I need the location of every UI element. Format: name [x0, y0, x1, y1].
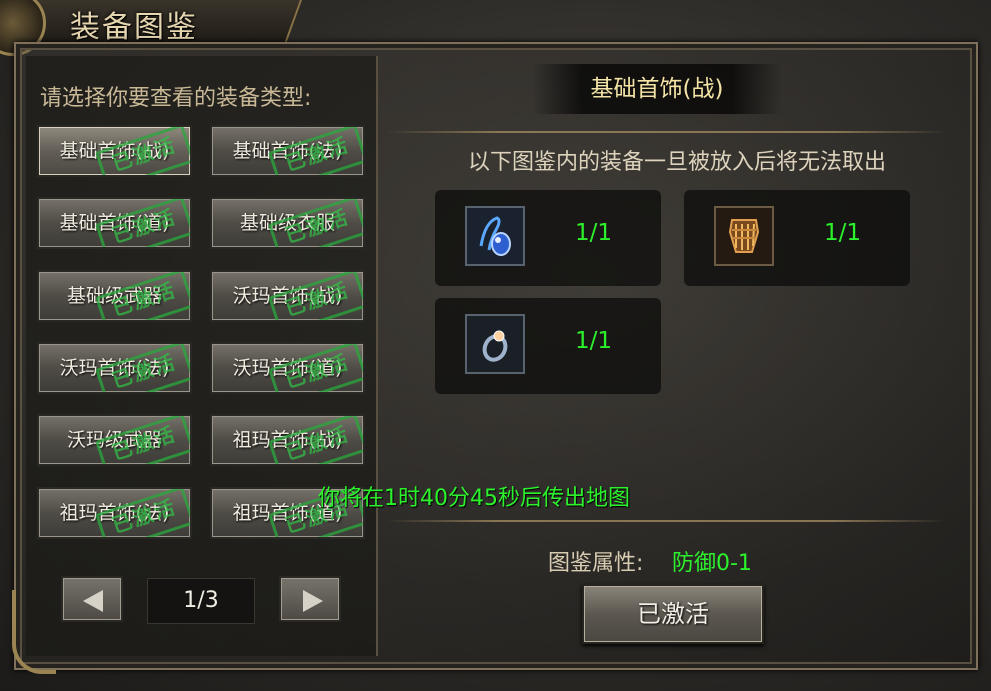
activated-stamp: 已激活 [268, 344, 363, 392]
necklace-icon [465, 206, 525, 266]
item-count: 1/1 [575, 328, 613, 354]
activated-stamp: 已激活 [95, 416, 190, 464]
arrow-left-icon [83, 590, 103, 612]
header-divider [386, 131, 946, 133]
attribute-label: 图鉴属性: [548, 551, 644, 576]
equip-type-button[interactable]: 沃玛首饰(战) 已激活 [210, 270, 365, 322]
activate-button[interactable]: 已激活 [582, 584, 764, 644]
window-title: 装备图鉴 [70, 10, 198, 45]
equip-type-button[interactable]: 基础首饰(战) 已激活 [37, 125, 192, 177]
page-indicator: 1/3 [147, 578, 255, 624]
activated-stamp: 已激活 [95, 199, 190, 247]
bracelet-icon [714, 206, 774, 266]
item-slot[interactable]: 1/1 [435, 298, 661, 394]
item-slot[interactable]: 1/1 [684, 190, 910, 286]
next-page-button[interactable] [279, 576, 341, 622]
teleport-countdown: 你将在1时40分45秒后传出地图 [318, 486, 630, 511]
select-type-prompt: 请选择你要查看的装备类型: [40, 86, 312, 111]
item-count: 1/1 [824, 220, 862, 246]
equip-type-button[interactable]: 祖玛首饰(战) 已激活 [210, 414, 365, 466]
equip-type-button[interactable]: 沃玛首饰(法) 已激活 [37, 342, 192, 394]
equip-type-button[interactable]: 沃玛级武器 已激活 [37, 414, 192, 466]
ring-icon [465, 314, 525, 374]
attribute-value: 防御0-1 [672, 551, 752, 576]
equip-type-button[interactable]: 基础首饰(道) 已激活 [37, 197, 192, 249]
equip-type-button[interactable]: 基础级武器 已激活 [37, 270, 192, 322]
activated-stamp: 已激活 [268, 199, 363, 247]
equip-type-button[interactable]: 祖玛首饰(法) 已激活 [37, 487, 192, 539]
activated-stamp: 已激活 [268, 272, 363, 320]
activated-stamp: 已激活 [268, 127, 363, 175]
activated-stamp: 已激活 [95, 489, 190, 537]
equip-type-button[interactable]: 基础首饰(法) 已激活 [210, 125, 365, 177]
item-slot[interactable]: 1/1 [435, 190, 661, 286]
notice-text: 以下图鉴内的装备一旦被放入后将无法取出 [467, 150, 886, 175]
activated-stamp: 已激活 [95, 272, 190, 320]
equip-type-button[interactable]: 基础级衣服 已激活 [210, 197, 365, 249]
activated-stamp: 已激活 [95, 344, 190, 392]
item-count: 1/1 [575, 220, 613, 246]
activated-stamp: 已激活 [268, 416, 363, 464]
attribute-divider [386, 520, 946, 522]
equip-type-button[interactable]: 沃玛首饰(道) 已激活 [210, 342, 365, 394]
category-header: 基础首饰(战) [532, 64, 782, 114]
arrow-right-icon [303, 590, 323, 612]
prev-page-button[interactable] [61, 576, 123, 622]
activated-stamp: 已激活 [95, 127, 190, 175]
